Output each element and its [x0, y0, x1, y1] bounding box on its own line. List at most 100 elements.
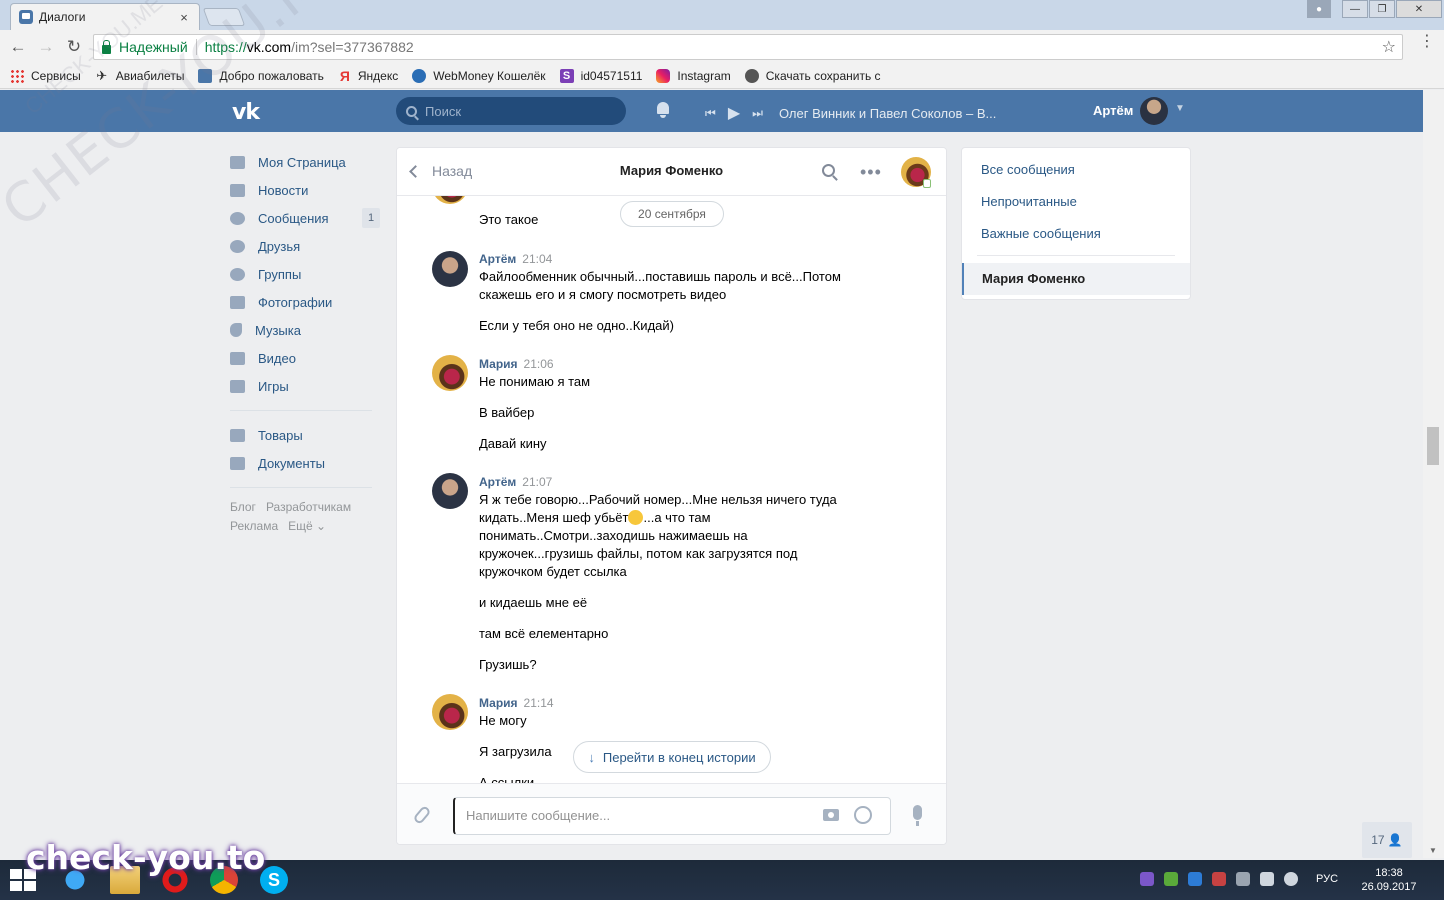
sidebar-divider	[230, 410, 372, 411]
shopping-bag-icon	[230, 428, 245, 442]
bookmark-webmoney[interactable]: WebMoney Кошелёк	[412, 69, 546, 83]
bookmark-id[interactable]: Sid04571511	[559, 69, 642, 83]
sidebar-item-news[interactable]: Новости	[230, 176, 380, 204]
sidebar-item-label: Документы	[258, 455, 326, 471]
keyboard-language[interactable]: РУС	[1316, 873, 1338, 885]
skype-tray-icon[interactable]	[1188, 872, 1202, 886]
bookmark-yandex[interactable]: Я Яндекс	[338, 68, 398, 84]
sidebar-item-friends[interactable]: Друзья	[230, 232, 380, 260]
sidebar-item-label: Игры	[258, 378, 289, 394]
jump-to-end-button[interactable]: ↓ Перейти в конец истории	[573, 741, 771, 773]
browser-menu-icon[interactable]: ⋮	[1419, 34, 1435, 50]
chat-bubble-icon	[230, 211, 245, 225]
back-arrow-icon[interactable]: ←	[4, 37, 32, 57]
tools-icon[interactable]	[1236, 872, 1250, 886]
display-icon[interactable]	[1260, 872, 1274, 886]
sidebar-item-my-page[interactable]: Моя Страница	[230, 148, 380, 176]
message-text: А ссылки	[479, 775, 535, 783]
volume-icon[interactable]	[1284, 872, 1298, 886]
bookmark-services[interactable]: Сервисы	[10, 69, 81, 83]
clock[interactable]: 18:38 26.09.2017	[1358, 866, 1420, 894]
message-text: там всё елементарно	[479, 626, 609, 641]
filter-important[interactable]: Важные сообщения	[981, 226, 1101, 241]
left-sidebar: Моя Страница Новости Сообщения 1 Друзья Г…	[230, 148, 380, 536]
previous-track-icon[interactable]: ⏮	[705, 106, 716, 121]
sidebar-item-photos[interactable]: Фотографии	[230, 288, 380, 316]
message-text: Не могу	[479, 713, 527, 728]
tab-close-icon[interactable]: ×	[177, 10, 191, 25]
url-protocol: https://	[204, 39, 247, 55]
forward-arrow-icon[interactable]: →	[32, 37, 60, 57]
more-options-icon[interactable]: •••	[860, 162, 882, 183]
bookmark-flights[interactable]: ✈ Авиабилеты	[95, 68, 184, 84]
author-name[interactable]: Мария	[479, 696, 518, 710]
author-name[interactable]: Артём	[479, 475, 516, 489]
notifications-bell-icon[interactable]	[655, 102, 671, 118]
viber-icon[interactable]	[1140, 872, 1154, 886]
network-alert-icon[interactable]	[1212, 872, 1226, 886]
sidebar-item-market[interactable]: Товары	[230, 421, 380, 449]
download-icon	[744, 69, 759, 83]
track-title[interactable]: Олег Винник и Павел Соколов – В...	[779, 106, 996, 121]
avatar[interactable]	[432, 694, 468, 730]
online-friends-counter[interactable]: 17 👤	[1362, 822, 1412, 858]
camera-icon[interactable]	[823, 809, 839, 821]
paperclip-icon[interactable]	[412, 804, 432, 826]
bookmark-download[interactable]: Скачать сохранить с	[744, 69, 881, 83]
sidebar-item-games[interactable]: Игры	[230, 372, 380, 400]
sidebar-divider	[230, 487, 372, 488]
message-history[interactable]: Это такое 20 сентября Артём 21:04 Файлооб…	[397, 196, 946, 783]
users-icon	[230, 267, 245, 281]
footer-link-developers[interactable]: Разработчикам	[266, 500, 351, 514]
avatar[interactable]	[432, 355, 468, 391]
page-scrollbar[interactable]: ▼	[1423, 90, 1444, 858]
play-icon[interactable]: ▶	[728, 103, 740, 123]
new-tab-button[interactable]	[202, 8, 246, 26]
filter-all-messages[interactable]: Все сообщения	[981, 162, 1075, 177]
minimize-button[interactable]: —	[1342, 0, 1368, 18]
microphone-icon[interactable]	[913, 805, 922, 826]
sidebar-item-groups[interactable]: Группы	[230, 260, 380, 288]
message-text: Я ж тебе говорю...Рабочий номер...Мне не…	[479, 491, 859, 581]
avatar[interactable]	[432, 473, 468, 509]
tray-app-icon[interactable]	[1164, 872, 1178, 886]
filter-unread[interactable]: Непрочитанные	[981, 194, 1077, 209]
bookmark-star-icon[interactable]: ☆	[1382, 37, 1396, 57]
reload-icon[interactable]: ↻	[60, 37, 88, 57]
avatar[interactable]	[1140, 97, 1168, 125]
emoji-icon[interactable]	[854, 806, 872, 824]
avatar[interactable]	[432, 251, 468, 287]
chevron-down-icon[interactable]: ▼	[1175, 103, 1185, 114]
profile-icon[interactable]: ●	[1307, 0, 1331, 18]
maximize-button[interactable]: ❐	[1369, 0, 1395, 18]
vk-logo[interactable]: vk	[232, 100, 260, 125]
search-input[interactable]: Поиск	[396, 97, 626, 125]
jump-label: Перейти в конец истории	[602, 749, 756, 765]
author-name[interactable]: Мария	[479, 357, 518, 371]
bookmark-vk[interactable]: Добро пожаловать	[198, 69, 324, 83]
sidebar-item-messages[interactable]: Сообщения 1	[230, 204, 380, 232]
sidebar-item-music[interactable]: Музыка	[230, 316, 380, 344]
close-window-button[interactable]: ✕	[1396, 0, 1442, 18]
scroll-down-icon[interactable]: ▼	[1429, 846, 1437, 855]
bookmark-instagram[interactable]: Instagram	[656, 69, 731, 83]
footer-link-blog[interactable]: Блог	[230, 500, 256, 514]
selected-dialog[interactable]: Мария Фоменко	[962, 263, 1190, 295]
film-icon	[230, 351, 245, 365]
footer-link-more[interactable]: Ещё ⌄	[288, 519, 326, 533]
clock-date: 26.09.2017	[1361, 881, 1417, 893]
browser-tab[interactable]: Диалоги ×	[10, 3, 200, 30]
user-name[interactable]: Артём	[1093, 103, 1133, 118]
next-track-icon[interactable]: ⏭	[752, 106, 763, 121]
search-icon[interactable]	[822, 164, 835, 177]
avatar[interactable]	[432, 196, 468, 204]
scrollbar-thumb[interactable]	[1427, 427, 1439, 465]
sidebar-item-video[interactable]: Видео	[230, 344, 380, 372]
user-icon	[230, 239, 245, 253]
sidebar-item-documents[interactable]: Документы	[230, 449, 380, 477]
message-time: 21:06	[523, 357, 554, 371]
address-bar[interactable]: Надежный https:// vk.com /im?sel=3773678…	[93, 34, 1403, 60]
message-text: В вайбер	[479, 405, 535, 420]
author-name[interactable]: Артём	[479, 252, 516, 266]
footer-link-ads[interactable]: Реклама	[230, 519, 278, 533]
